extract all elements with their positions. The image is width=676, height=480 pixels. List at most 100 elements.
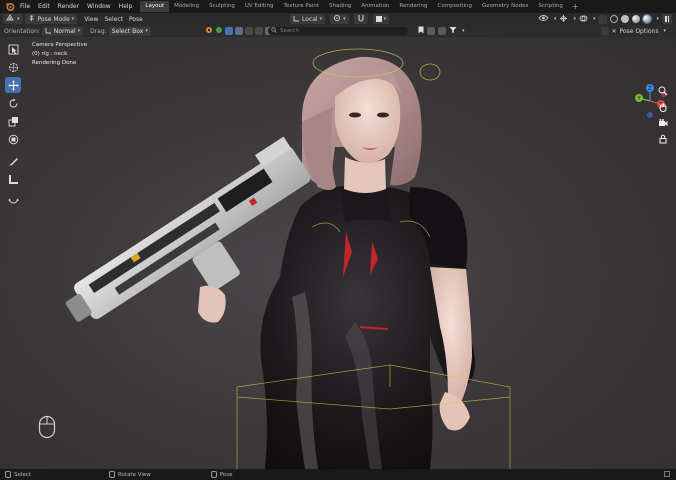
rendered-shading-icon[interactable]: [643, 15, 652, 23]
visibility-icon[interactable]: [538, 14, 549, 24]
material-shading-icon[interactable]: [632, 15, 641, 23]
neg-z-axis-icon[interactable]: [647, 112, 653, 118]
menu-select[interactable]: Select: [101, 14, 126, 24]
rotate-tool-icon[interactable]: [5, 95, 21, 111]
orientation-dropdown[interactable]: Normal ▾: [41, 26, 84, 36]
chevron-down-icon: ▾: [319, 16, 323, 22]
tab-animation[interactable]: Animation: [356, 1, 394, 12]
filter-icon[interactable]: [449, 26, 457, 36]
mode-dropdown[interactable]: Pose Mode ▾: [24, 14, 78, 24]
auto-keying-icon[interactable]: [225, 27, 233, 35]
chevron-down-icon: ▾: [383, 16, 387, 22]
pivot-icon: [333, 14, 341, 24]
tab-scripting[interactable]: Scripting: [533, 1, 567, 12]
select-box-tool-icon[interactable]: [5, 41, 21, 57]
pivot-point-dropdown[interactable]: ▾: [330, 14, 349, 24]
tab-shading[interactable]: Shading: [324, 1, 356, 12]
annotate-tool-icon[interactable]: [5, 153, 21, 169]
keying-set-icon[interactable]: [235, 27, 243, 35]
bookmark-icon[interactable]: [418, 26, 424, 36]
tab-layout[interactable]: Layout: [140, 1, 170, 12]
mirror-y-icon[interactable]: [255, 27, 263, 35]
viewport-info-overlay: Camera Perspective (0) rig : neck Render…: [32, 41, 87, 68]
pause-render-icon[interactable]: [662, 14, 672, 24]
zoom-icon[interactable]: [657, 85, 669, 97]
menu-view[interactable]: View: [81, 14, 101, 24]
chevron-down-icon[interactable]: ▾: [656, 16, 659, 22]
snap-target-dropdown[interactable]: ▾: [372, 14, 390, 24]
menu-pose[interactable]: Pose: [126, 14, 146, 24]
solid-shading-icon[interactable]: [621, 15, 630, 23]
status-bar: Select Rotate View Pose: [0, 469, 676, 480]
mouse-middle-icon: [108, 471, 115, 478]
wireframe-shading-icon[interactable]: [610, 15, 619, 23]
magnet-icon: [357, 14, 365, 24]
rendered-scene-image: [65, 48, 511, 469]
transform-tool-icon[interactable]: [5, 131, 21, 147]
menu-file[interactable]: File: [16, 3, 34, 10]
status-pose-label: Pose: [219, 471, 233, 478]
colored-sphere-icon[interactable]: [215, 26, 223, 36]
pan-hand-icon[interactable]: [657, 101, 669, 113]
status-select-label: Select: [14, 471, 31, 478]
scale-tool-icon[interactable]: [5, 113, 21, 129]
copy-pose-icon[interactable]: [600, 27, 609, 35]
chevron-down-icon: ▾: [77, 28, 81, 34]
chevron-down-icon[interactable]: ▾: [573, 16, 576, 22]
camera-view-icon[interactable]: [657, 117, 669, 129]
tab-uv-editing[interactable]: UV Editing: [240, 1, 279, 12]
tab-texture-paint[interactable]: Texture Paint: [279, 1, 325, 12]
relax-pose-tool-icon[interactable]: [5, 193, 21, 209]
menu-edit[interactable]: Edit: [34, 3, 54, 10]
transform-orientation-dropdown[interactable]: Local ▾: [290, 14, 326, 24]
close-x-icon[interactable]: ✕: [612, 28, 617, 35]
menu-window[interactable]: Window: [83, 3, 115, 10]
xray-toggle-icon[interactable]: [598, 14, 608, 24]
editor-type-dropdown[interactable]: ▾: [3, 14, 23, 24]
menu-help[interactable]: Help: [115, 3, 137, 10]
drag-label: Drag:: [90, 27, 107, 35]
chevron-down-icon[interactable]: ▾: [462, 28, 465, 34]
orientation-value: Normal: [53, 27, 76, 35]
viewport-nav-buttons: [657, 85, 669, 145]
keyframe-delete-icon[interactable]: [438, 27, 446, 35]
mirror-x-icon[interactable]: [245, 27, 253, 35]
cursor-tool-icon[interactable]: [5, 59, 21, 75]
status-select: Select: [5, 471, 31, 478]
lock-camera-icon[interactable]: [657, 133, 669, 145]
menu-render[interactable]: Render: [54, 3, 83, 10]
status-rotate-view: Rotate View: [108, 471, 151, 478]
search-icon: [271, 27, 277, 35]
right-tool-icons: ▾: [418, 26, 465, 36]
search-input[interactable]: Search: [268, 27, 408, 35]
chevron-down-icon[interactable]: ▾: [593, 16, 596, 22]
keyframe-insert-icon[interactable]: [427, 27, 435, 35]
pose-options-label: Pose Options: [619, 27, 659, 35]
tab-sculpting[interactable]: Sculpting: [204, 1, 240, 12]
mouse-icon: [38, 415, 56, 439]
left-toolbar: [5, 41, 22, 209]
tab-geometry-nodes[interactable]: Geometry Nodes: [477, 1, 533, 12]
blender-logo-icon[interactable]: [4, 2, 16, 12]
pose-options-panel[interactable]: ✕ Pose Options ▾: [600, 26, 666, 36]
transform-controls: Local ▾ ▾ ▾: [290, 14, 391, 24]
status-resize-icon[interactable]: [664, 471, 670, 477]
z-axis-label: Z: [648, 86, 652, 92]
proportional-edit-icon[interactable]: [205, 26, 213, 36]
tab-modeling[interactable]: Modeling: [169, 1, 204, 12]
viewport-header: ▾ Pose Mode ▾ View Select Pose Local ▾ ▾: [0, 13, 676, 25]
add-workspace-button[interactable]: +: [568, 2, 583, 11]
overlay-toggle-icon[interactable]: [579, 14, 588, 25]
drag-dropdown[interactable]: Select Box ▾: [108, 26, 151, 36]
mode-label: Pose Mode: [37, 15, 70, 23]
tab-rendering[interactable]: Rendering: [394, 1, 432, 12]
chevron-down-icon[interactable]: ▾: [554, 16, 557, 22]
move-tool-icon[interactable]: [5, 77, 21, 93]
3d-viewport[interactable]: Camera Perspective (0) rig : neck Render…: [0, 37, 676, 469]
toolbar-separator: [5, 189, 22, 191]
gizmo-toggle-icon[interactable]: [559, 14, 568, 25]
tab-compositing[interactable]: Compositing: [433, 1, 477, 12]
snap-toggle[interactable]: [353, 14, 368, 24]
drag-value: Select Box: [111, 27, 144, 35]
measure-tool-icon[interactable]: [5, 171, 21, 187]
